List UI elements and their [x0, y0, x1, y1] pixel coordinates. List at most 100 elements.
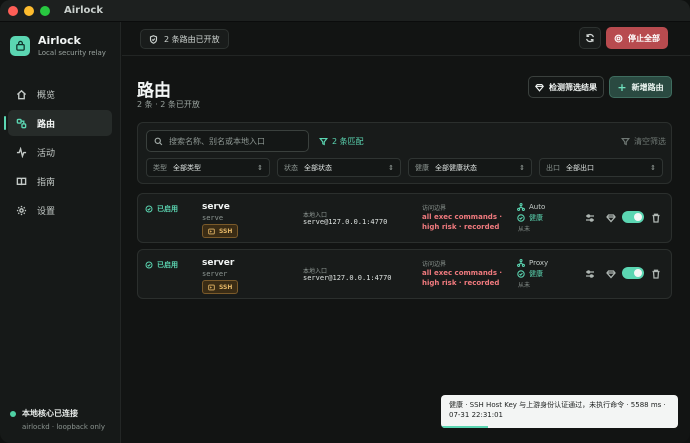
route-status: 已启用: [145, 260, 178, 270]
detect-label: 检测筛选结果: [549, 82, 597, 92]
shield-check-icon: [149, 34, 158, 44]
route-mode: Proxy: [517, 259, 548, 267]
match-count-text: 2 条匹配: [332, 137, 364, 146]
access-policy: all exec commands · high risk · recorded: [422, 269, 503, 287]
stop-all-button[interactable]: 停止全部: [606, 27, 668, 49]
open-routes-chip: 2 条路由已开放: [140, 29, 229, 49]
sidebar-item-guide[interactable]: 指南: [8, 168, 112, 194]
window-title: Airlock: [64, 5, 103, 16]
last-used: 从未: [518, 282, 531, 289]
network-icon: [517, 259, 525, 267]
route-status-text: 已启用: [157, 205, 178, 213]
connection-status: 本地核心已连接 airlockd · loopback only: [10, 408, 105, 431]
status-select[interactable]: 状态 全部状态 ⇕: [277, 158, 401, 177]
chevron-updown-icon: ⇕: [519, 163, 525, 172]
route-icon: [16, 118, 27, 128]
brand-name: Airlock: [38, 34, 81, 47]
sidebar: Airlock Local security relay 概览 路由 活动 指南: [0, 22, 121, 443]
type-select[interactable]: 类型 全部类型 ⇕: [146, 158, 270, 177]
match-count: 2 条匹配: [319, 136, 364, 147]
search-icon: [154, 137, 163, 145]
route-card[interactable]: 已启用 server server SSH 本地入口 server@127.0.…: [137, 249, 672, 299]
search-input[interactable]: 搜索名称、别名或本地入口: [146, 130, 309, 152]
sidebar-item-label: 设置: [37, 206, 56, 217]
page-title: 路由: [137, 81, 171, 101]
route-card[interactable]: 已启用 serve serve SSH 本地入口 serve@127.0.0.1…: [137, 193, 672, 243]
sidebar-item-overview[interactable]: 概览: [8, 81, 112, 107]
select-value: 全部出口: [566, 163, 594, 172]
chevron-updown-icon: ⇕: [388, 163, 394, 172]
sidebar-item-activity[interactable]: 活动: [8, 139, 112, 165]
page-subtitle: 2 条 · 2 条已开放: [137, 100, 200, 109]
toast-notification[interactable]: 健康 · SSH Host Key 与上游身份认证通过，未执行命令 · 5588…: [441, 395, 678, 428]
route-mode-text: Auto: [529, 203, 546, 211]
minimize-window-button[interactable]: [24, 5, 34, 16]
route-enabled-toggle[interactable]: [622, 267, 644, 279]
app-window: Airlock Airlock Local security relay 概览 …: [0, 0, 690, 443]
select-label: 类型: [153, 163, 167, 172]
detect-filter-results-button[interactable]: 检测筛选结果: [528, 76, 604, 98]
book-icon: [16, 177, 27, 185]
network-icon: [517, 203, 525, 211]
delete-route-button[interactable]: [651, 269, 661, 279]
route-settings-button[interactable]: [585, 213, 595, 223]
check-circle-icon: [517, 270, 525, 278]
last-used: 从未: [518, 226, 531, 233]
select-label: 出口: [546, 163, 560, 172]
connection-detail: airlockd · loopback only: [22, 423, 105, 431]
trash-icon: [652, 213, 660, 223]
home-icon: [16, 89, 27, 99]
add-route-button[interactable]: + 新增路由: [609, 76, 672, 98]
sidebar-item-settings[interactable]: 设置: [8, 197, 112, 223]
health-select[interactable]: 健康 全部健康状态 ⇕: [408, 158, 532, 177]
select-label: 健康: [415, 163, 429, 172]
check-circle-icon: [517, 214, 525, 222]
policy-label: 访问边界: [422, 261, 447, 268]
ssh-badge: SSH: [202, 224, 239, 238]
select-value: 全部类型: [173, 163, 201, 172]
delete-route-button[interactable]: [651, 213, 661, 223]
check-circle-icon: [145, 261, 153, 269]
sidebar-item-label: 概览: [37, 90, 56, 101]
refresh-icon: [586, 33, 594, 43]
egress-select[interactable]: 出口 全部出口 ⇕: [539, 158, 663, 177]
toast-progress-bar: [441, 426, 489, 428]
local-entry: server@127.0.0.1:4770: [303, 274, 392, 282]
route-health: 健康: [517, 269, 543, 279]
select-value: 全部状态: [304, 163, 332, 172]
filter-panel: 搜索名称、别名或本地入口 2 条匹配 清空筛选 类型 全部类型 ⇕ 状态 全部状…: [137, 122, 672, 184]
route-check-button[interactable]: [606, 269, 616, 279]
route-mode-text: Proxy: [529, 259, 549, 267]
chevron-updown-icon: ⇕: [650, 163, 656, 172]
refresh-button[interactable]: [579, 27, 601, 49]
filter-clear-icon: [621, 137, 630, 146]
window-controls: [8, 5, 50, 16]
clear-filters-button[interactable]: 清空筛选: [621, 136, 666, 147]
route-check-button[interactable]: [606, 213, 616, 223]
route-alias: serve: [202, 214, 224, 222]
route-status: 已启用: [145, 204, 178, 214]
route-health-text: 健康: [529, 270, 543, 278]
close-window-button[interactable]: [8, 5, 18, 16]
sidebar-item-label: 活动: [37, 148, 56, 159]
route-settings-button[interactable]: [585, 269, 595, 279]
check-circle-icon: [145, 205, 153, 213]
select-value: 全部健康状态: [435, 163, 477, 172]
stop-all-label: 停止全部: [628, 33, 660, 43]
ssh-badge: SSH: [202, 280, 239, 294]
sidebar-item-routes[interactable]: 路由: [4, 110, 112, 136]
plus-icon: +: [617, 80, 627, 94]
diamond-check-icon: [535, 83, 544, 92]
connected-indicator-icon: [10, 410, 16, 417]
ssh-badge-label: SSH: [219, 227, 233, 235]
toast-message: 健康 · SSH Host Key 与上游身份认证通过，未执行命令 · 5588…: [449, 401, 666, 419]
route-mode: Auto: [517, 203, 545, 211]
route-alias: server: [202, 270, 228, 278]
local-entry: serve@127.0.0.1:4770: [303, 218, 388, 226]
policy-label: 访问边界: [422, 205, 447, 212]
route-enabled-toggle[interactable]: [622, 211, 644, 223]
zoom-window-button[interactable]: [40, 5, 50, 16]
diamond-icon: [606, 214, 616, 223]
clear-filters-label: 清空筛选: [634, 137, 666, 146]
select-label: 状态: [284, 163, 298, 172]
